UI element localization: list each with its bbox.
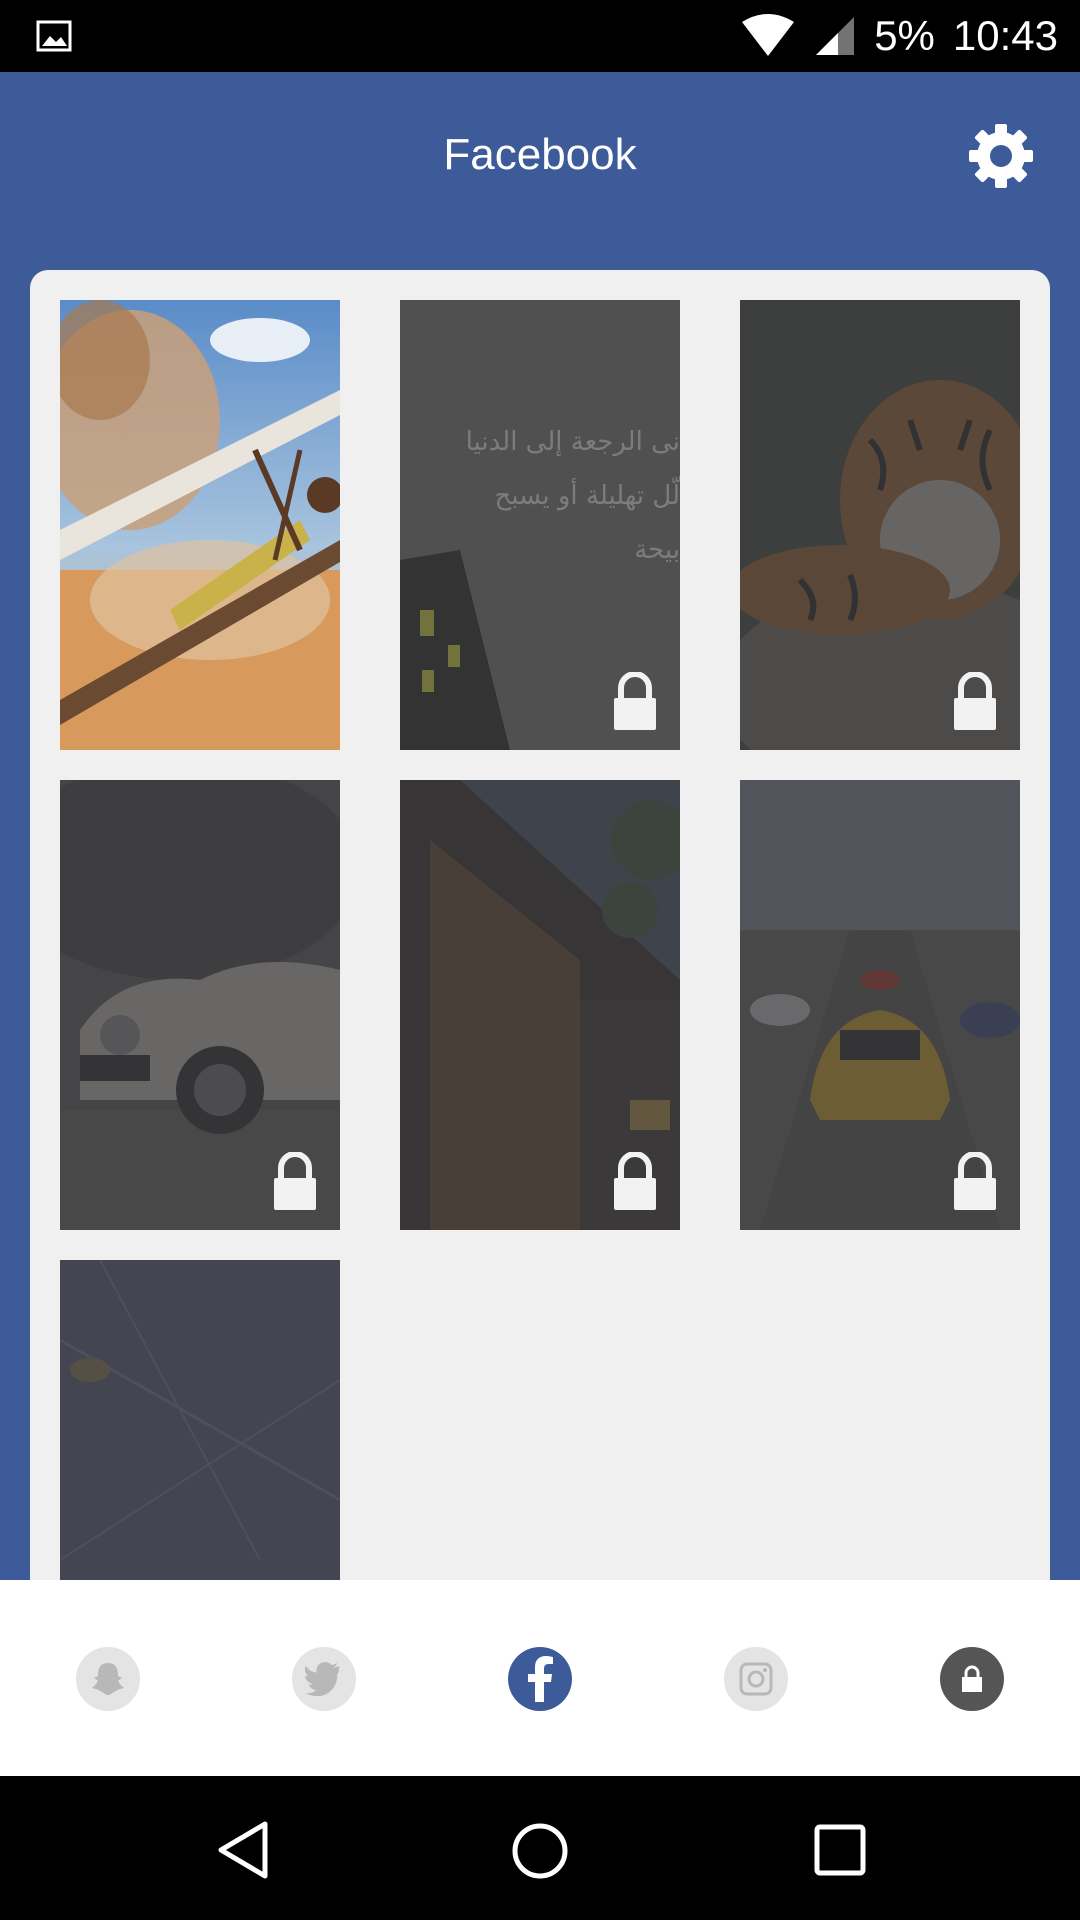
snapchat-ghost-icon <box>92 1663 124 1695</box>
system-nav-bar <box>0 1776 1080 1920</box>
recents-icon[interactable] <box>814 1824 866 1876</box>
wallpaper-tile-vintage-car[interactable] <box>60 780 340 1230</box>
tab-locked[interactable] <box>940 1647 1004 1711</box>
biplane-image <box>60 300 340 750</box>
wallpaper-gallery: نى الرجعة إلى الدنيا لّل تهليلة أو يسبح … <box>30 270 1050 1600</box>
lock-icon <box>954 672 996 730</box>
wifi-icon <box>742 14 795 56</box>
bottom-tab-bar <box>0 1580 1080 1776</box>
wallpaper-tile-tiger[interactable] <box>740 300 1020 750</box>
twitter-bird-icon <box>305 1662 340 1696</box>
battery-percent: 5% <box>874 12 935 59</box>
back-icon[interactable] <box>215 1820 271 1880</box>
wallpaper-tile-sports-car[interactable] <box>740 780 1020 1230</box>
tab-twitter[interactable] <box>292 1647 356 1711</box>
tab-snapchat[interactable] <box>76 1647 140 1711</box>
wallpaper-tile-biplane[interactable] <box>60 300 340 750</box>
settings-gear-icon[interactable] <box>966 121 1036 191</box>
home-icon[interactable] <box>511 1822 569 1880</box>
lock-icon <box>962 1665 982 1692</box>
app-bar: Facebook <box>0 72 1080 242</box>
signal-icon <box>816 17 855 55</box>
image-icon <box>36 20 72 52</box>
status-bar: 5% 10:43 <box>0 0 1080 72</box>
tab-instagram[interactable] <box>724 1647 788 1711</box>
lock-icon <box>954 1152 996 1210</box>
lock-icon <box>614 1152 656 1210</box>
clock: 10:43 <box>952 12 1058 59</box>
lock-icon <box>614 672 656 730</box>
facebook-f-icon <box>528 1656 553 1702</box>
wallpaper-tile-building[interactable] <box>400 780 680 1230</box>
tab-facebook[interactable] <box>508 1647 572 1711</box>
page-title: Facebook <box>443 130 637 179</box>
lock-icon <box>274 1152 316 1210</box>
instagram-camera-icon <box>739 1662 773 1696</box>
wallpaper-tile-arabic-text[interactable]: نى الرجعة إلى الدنيا لّل تهليلة أو يسبح … <box>400 300 680 750</box>
wallpaper-tile-abstract[interactable] <box>60 1260 340 1600</box>
